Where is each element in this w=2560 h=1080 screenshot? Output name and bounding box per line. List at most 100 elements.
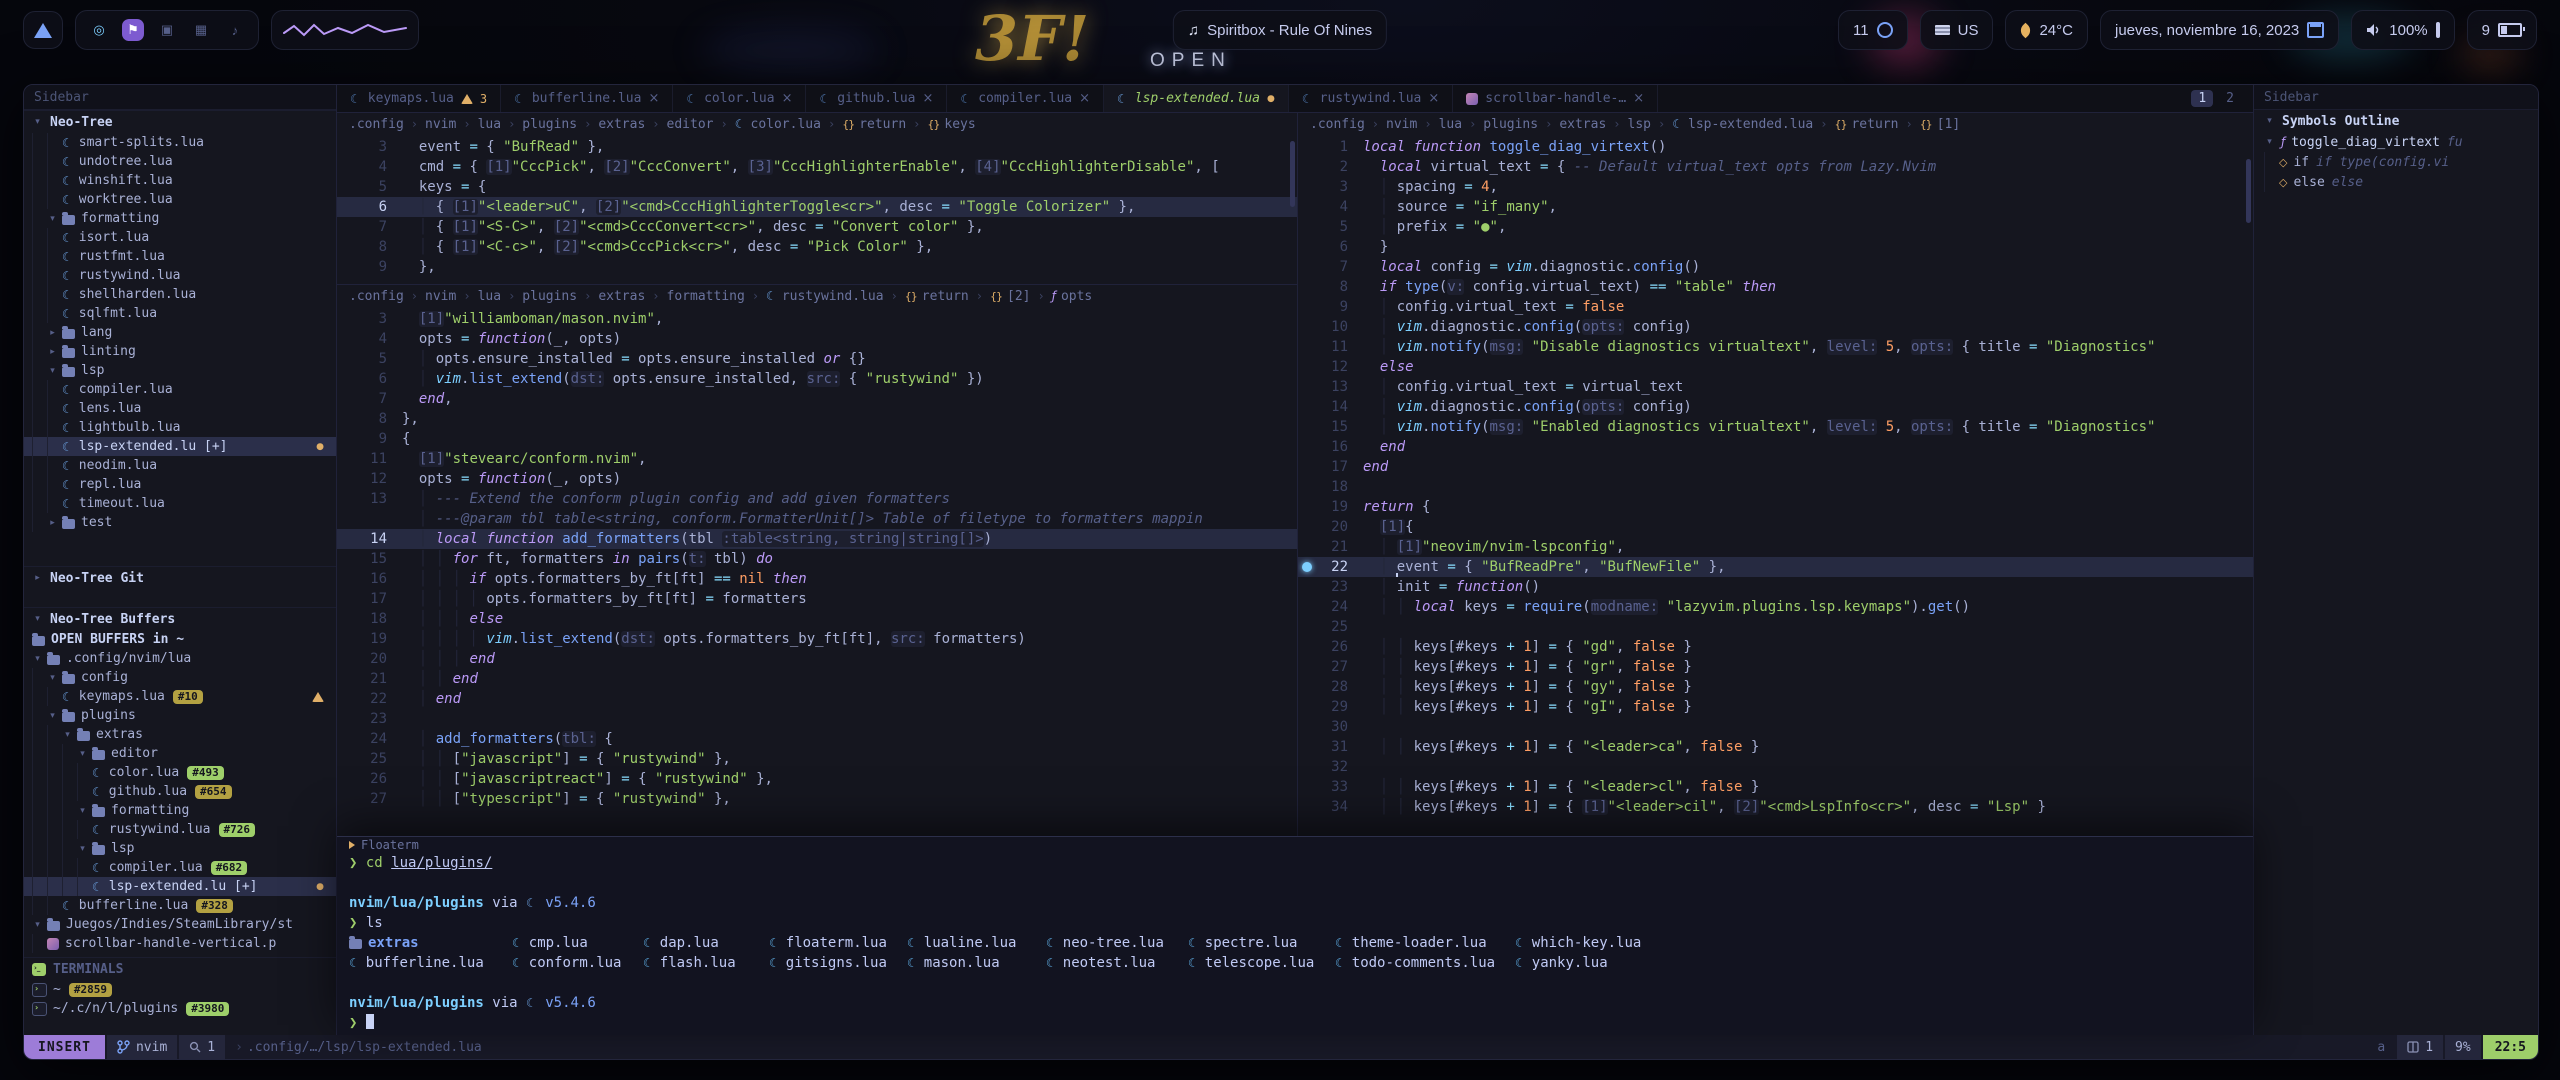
breadcrumb-item[interactable]: extras (598, 117, 645, 132)
date-widget[interactable]: jueves, noviembre 16, 2023 (2100, 10, 2339, 50)
outline-item-if[interactable]: ◇ifif type(config.vi (2254, 152, 2538, 172)
launcher-button[interactable] (23, 11, 63, 49)
tab-lsp-extended.lua[interactable]: ☾lsp-extended.lua● (1104, 85, 1289, 112)
scrollbar-handle[interactable] (2246, 159, 2251, 223)
tree-item-worktree.lua[interactable]: ☾worktree.lua (24, 190, 336, 209)
neotree-buffers-section-header[interactable]: ▾ Neo-Tree Buffers (24, 607, 336, 630)
tree-item-rustfmt.lua[interactable]: ☾rustfmt.lua (24, 247, 336, 266)
tree-item-scrollbar-handle-vertical.p[interactable]: scrollbar-handle-vertical.p (24, 934, 336, 953)
scrollbar-handle[interactable] (1290, 141, 1295, 207)
breadcrumb-item[interactable]: {}return (1834, 117, 1898, 132)
tree-item-lens.lua[interactable]: ☾lens.lua (24, 399, 336, 418)
tree-item-extras[interactable]: ▾extras (24, 725, 336, 744)
tab-compiler.lua[interactable]: ☾compiler.lua× (947, 85, 1104, 112)
tree-item-undotree.lua[interactable]: ☾undotree.lua (24, 152, 336, 171)
breadcrumb-item[interactable]: plugins (1483, 117, 1538, 132)
floaterm-window[interactable]: Floaterm ❯ cd lua/plugins/nvim/lua/plugi… (337, 836, 2253, 1035)
tree-item-formatting[interactable]: ▾formatting (24, 801, 336, 820)
close-icon[interactable]: × (1428, 91, 1439, 106)
breadcrumb-item[interactable]: lsp (1628, 117, 1651, 132)
tree-item-compiler.lua[interactable]: ☾compiler.lua (24, 380, 336, 399)
code-editor-color-lua[interactable]: 3 event = { "BufRead" },4 cmd = { [1]"Cc… (337, 135, 1297, 284)
close-icon[interactable]: × (1633, 91, 1644, 106)
editor-pane-color-lua[interactable]: .config›nvim›lua›plugins›extras›editor›☾… (337, 113, 1297, 285)
breadcrumb-item[interactable]: {}[2] (990, 289, 1030, 304)
tree-item-.config-nvim-lua[interactable]: ▾.config/nvim/lua (24, 649, 336, 668)
breadcrumb-item[interactable]: ☾lsp-extended.lua (1672, 117, 1813, 132)
workspace-button[interactable]: ♪ (224, 19, 246, 41)
timer-widget[interactable]: 11 (1838, 10, 1908, 50)
breadcrumb-item[interactable]: extras (1559, 117, 1606, 132)
tree-item-winshift.lua[interactable]: ☾winshift.lua (24, 171, 336, 190)
workspace-button[interactable]: ▦ (190, 19, 212, 41)
tree-item-lang[interactable]: ▸lang (24, 323, 336, 342)
tree-item-editor[interactable]: ▾editor (24, 744, 336, 763)
breadcrumb-item[interactable]: plugins (522, 289, 577, 304)
breadcrumb-item[interactable]: ☾rustywind.lua (766, 289, 884, 304)
close-icon[interactable]: × (648, 91, 659, 106)
outline-item-else[interactable]: ◇elseelse (2254, 172, 2538, 192)
breadcrumb-item[interactable]: .config (349, 289, 404, 304)
keyboard-layout-widget[interactable]: US (1920, 10, 1994, 50)
now-playing-widget[interactable]: ♫ Spiritbox - Rule Of Nines (1173, 10, 1387, 50)
battery-widget[interactable]: 9 (2467, 10, 2537, 50)
tabpage-2[interactable]: 2 (2219, 90, 2241, 107)
tree-item-neodim.lua[interactable]: ☾neodim.lua (24, 456, 336, 475)
outline-item-toggle_diag_virtext[interactable]: ▾ƒtoggle_diag_virtextfu (2254, 132, 2538, 152)
tabpage-1[interactable]: 1 (2191, 90, 2213, 107)
tree-item-formatting[interactable]: ▾formatting (24, 209, 336, 228)
tree-item-open-buffers-in-~[interactable]: OPEN BUFFERS in ~ (24, 630, 336, 649)
tree-item-rustywind.lua[interactable]: ☾rustywind.lua#726 (24, 820, 336, 839)
breadcrumb-item[interactable]: lua (478, 117, 501, 132)
tree-item-lsp[interactable]: ▾lsp (24, 361, 336, 380)
workspace-button[interactable]: ▣ (156, 19, 178, 41)
workspace-button[interactable]: ⚑ (122, 19, 144, 41)
weather-widget[interactable]: 24°C (2005, 10, 2088, 50)
breadcrumb-item[interactable]: extras (598, 289, 645, 304)
close-icon[interactable]: × (782, 91, 793, 106)
tab-github.lua[interactable]: ☾github.lua× (806, 85, 947, 112)
tree-item-compiler.lua[interactable]: ☾compiler.lua#682 (24, 858, 336, 877)
tree-item-plugins[interactable]: ▾plugins (24, 706, 336, 725)
tab-keymaps.lua[interactable]: ☾keymaps.lua3 (337, 85, 501, 112)
tree-item-linting[interactable]: ▸linting (24, 342, 336, 361)
tree-item-rustywind.lua[interactable]: ☾rustywind.lua (24, 266, 336, 285)
workspace-button[interactable]: ◎ (88, 19, 110, 41)
neotree-git-section-header[interactable]: ▸ Neo-Tree Git (24, 566, 336, 589)
tree-item-smart-splits.lua[interactable]: ☾smart-splits.lua (24, 133, 336, 152)
tree-item-lsp-extended.lu-[interactable]: ☾lsp-extended.lu [+]● (24, 877, 336, 896)
tree-item-config[interactable]: ▾config (24, 668, 336, 687)
close-icon[interactable]: × (1079, 91, 1090, 106)
breadcrumb-item[interactable]: {}return (842, 117, 906, 132)
tree-item-lightbulb.lua[interactable]: ☾lightbulb.lua (24, 418, 336, 437)
tree-item-timeout.lua[interactable]: ☾timeout.lua (24, 494, 336, 513)
terminal-output[interactable]: ❯ cd lua/plugins/nvim/lua/plugins via ☾ … (349, 853, 2241, 1033)
breadcrumb-item[interactable]: formatting (667, 289, 745, 304)
breadcrumb-item[interactable]: .config (349, 117, 404, 132)
visualizer-widget[interactable] (271, 10, 419, 50)
tree-item-~-.c-n-l-plugins[interactable]: ~/.c/n/l/plugins#3980 (24, 999, 336, 1018)
tab-scrollbar-handle--[interactable]: scrollbar-handle-…× (1453, 85, 1658, 112)
breadcrumb-item[interactable]: {}keys (927, 117, 975, 132)
symbols-outline-header[interactable]: ▾ Symbols Outline (2254, 110, 2538, 132)
volume-slider[interactable] (2436, 22, 2440, 38)
breadcrumb-item[interactable]: ƒopts (1052, 289, 1093, 304)
breadcrumb-item[interactable]: lua (1439, 117, 1462, 132)
breadcrumb-item[interactable]: ☾color.lua (735, 117, 821, 132)
close-icon[interactable]: × (923, 91, 934, 106)
neotree-section-header[interactable]: ▾ Neo-Tree (24, 110, 336, 133)
tree-item-lsp-extended.lu-[interactable]: ☾lsp-extended.lu [+]● (24, 437, 336, 456)
tab-color.lua[interactable]: ☾color.lua× (673, 85, 806, 112)
breadcrumb-item[interactable]: plugins (522, 117, 577, 132)
breadcrumb-item[interactable]: .config (1310, 117, 1365, 132)
breadcrumb-item[interactable]: editor (667, 117, 714, 132)
tree-item-shellharden.lua[interactable]: ☾shellharden.lua (24, 285, 336, 304)
tree-item-~[interactable]: ~#2859 (24, 980, 336, 999)
tab-bufferline.lua[interactable]: ☾bufferline.lua× (501, 85, 673, 112)
tree-item-isort.lua[interactable]: ☾isort.lua (24, 228, 336, 247)
tree-item-color.lua[interactable]: ☾color.lua#493 (24, 763, 336, 782)
breadcrumb-item[interactable]: {}return (905, 289, 969, 304)
tree-item-test[interactable]: ▸test (24, 513, 336, 532)
volume-widget[interactable]: 100% (2351, 10, 2454, 50)
breadcrumb-item[interactable]: {}[1] (1920, 117, 1960, 132)
